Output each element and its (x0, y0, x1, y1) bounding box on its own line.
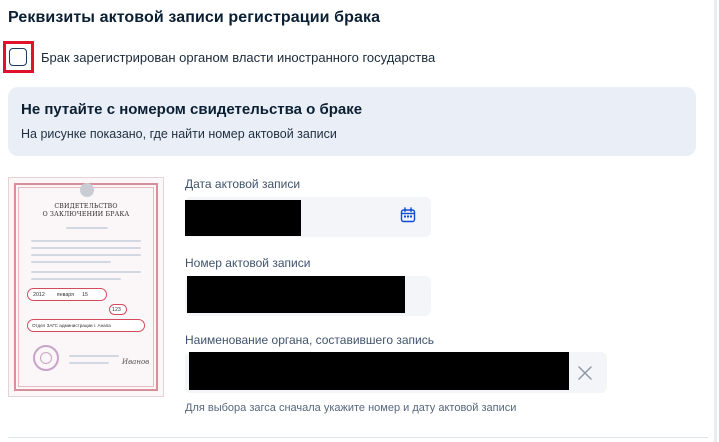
certificate-text-line (69, 355, 119, 357)
section-divider (8, 437, 708, 438)
certificate-signature: Иванов (122, 358, 150, 366)
record-number-label: Номер актовой записи (185, 256, 311, 270)
info-banner-title: Не путайте с номером свидетельства о бра… (21, 101, 363, 118)
seal-icon (33, 345, 59, 371)
certificate-text-line (31, 240, 141, 242)
certificate-day: 15 (82, 291, 88, 298)
redacted-value (189, 352, 569, 390)
certificate-date-pill: 2012 января 15 (27, 288, 107, 301)
certificate-record-number: 123 (112, 306, 121, 313)
certificate-title-line-2: О ЗАКЛЮЧЕНИИ БРАКА (42, 211, 130, 218)
registry-office-hint: Для выбора загса сначала укажите номер и… (185, 402, 517, 414)
calendar-icon[interactable] (400, 207, 416, 223)
foreign-registration-checkbox[interactable] (9, 48, 27, 66)
info-banner-text: На рисунке показано, где найти номер акт… (21, 127, 337, 141)
certificate-text-line (66, 227, 108, 229)
record-date-label: Дата актовой записи (185, 177, 301, 191)
certificate-example-image: СВИДЕТЕЛЬСТВО О ЗАКЛЮЧЕНИИ БРАКА 2012 ян… (8, 177, 164, 397)
certificate-text-line (69, 362, 109, 364)
close-icon[interactable] (577, 365, 593, 381)
scrollbar[interactable] (714, 0, 717, 442)
info-banner (8, 87, 696, 156)
certificate-office: Отдел ЗАГС администрации г. Анапа (32, 323, 111, 328)
certificate-office-pill: Отдел ЗАГС администрации г. Анапа (27, 319, 145, 332)
certificate-year: 2012 (33, 291, 45, 298)
registry-office-label: Наименование органа, составившего запись (185, 333, 434, 347)
certificate-text-line (31, 261, 111, 263)
certificate-text-line (31, 271, 141, 273)
redacted-value (187, 276, 405, 313)
certificate-text-line (31, 247, 141, 249)
foreign-registration-label[interactable]: Брак зарегистрирован органом власти инос… (41, 50, 435, 65)
section-title: Реквизиты актовой записи регистрации бра… (8, 9, 381, 26)
certificate-title: СВИДЕТЕЛЬСТВО О ЗАКЛЮЧЕНИИ БРАКА (9, 203, 163, 219)
certificate-record-number-pill: 123 (109, 304, 127, 315)
certificate-text-line (31, 254, 141, 256)
certificate-title-line-1: СВИДЕТЕЛЬСТВО (54, 203, 118, 210)
certificate-month: января (56, 291, 75, 298)
redacted-value (185, 200, 301, 236)
emblem-icon (80, 183, 94, 197)
certificate-text-line (31, 278, 121, 280)
